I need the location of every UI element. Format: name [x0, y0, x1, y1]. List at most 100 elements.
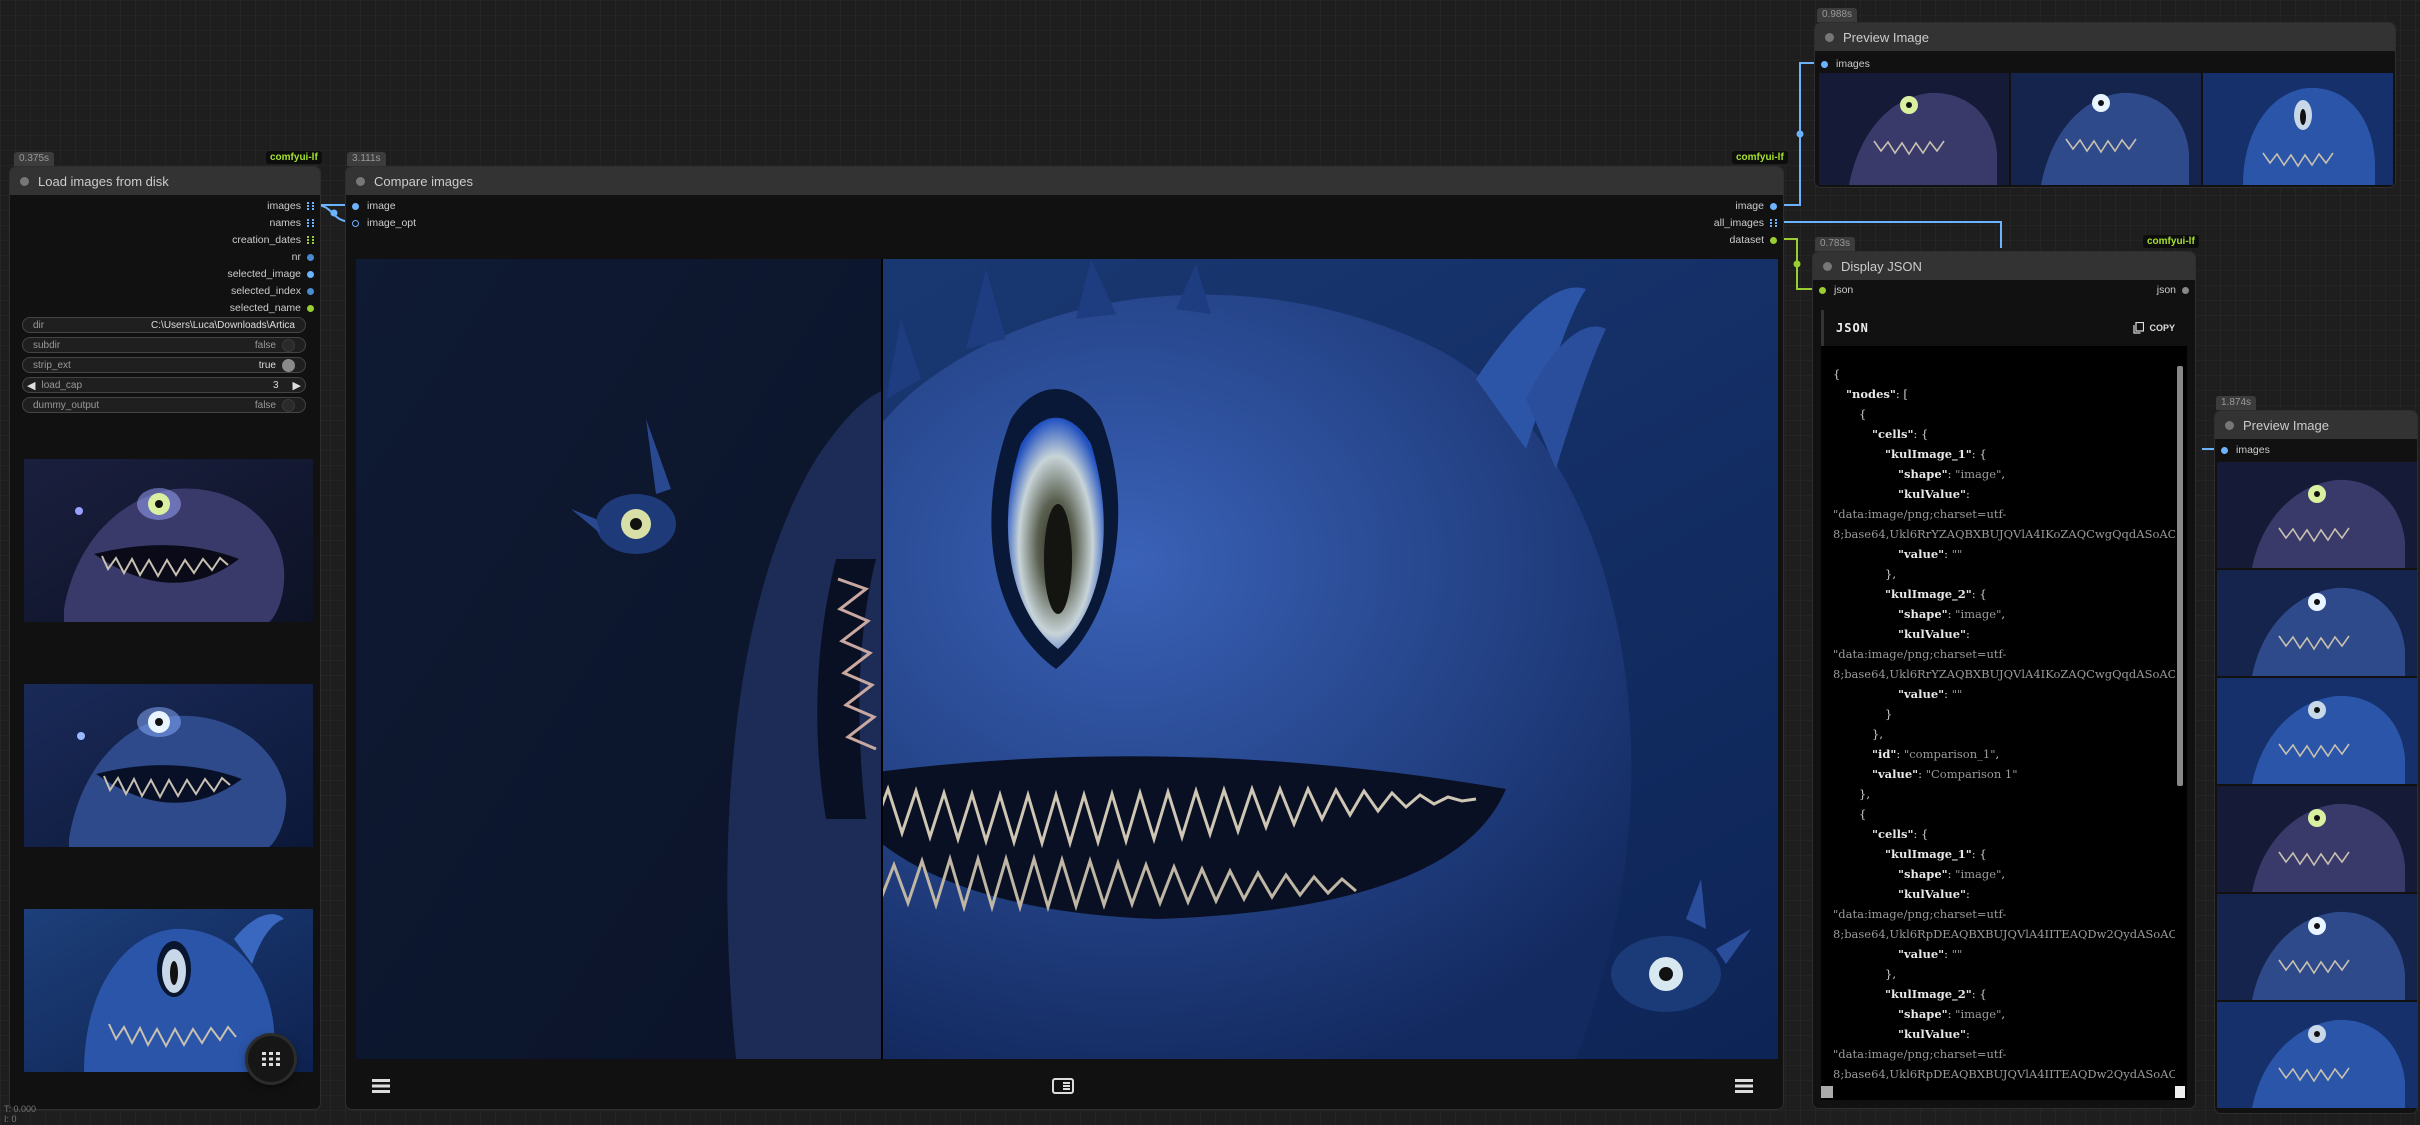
socket-icon[interactable]: [352, 202, 359, 210]
input-images[interactable]: images: [1821, 56, 1870, 72]
loaded-image-thumbnail[interactable]: [24, 684, 313, 847]
json-key: "kulImage_2": [1885, 987, 1972, 1001]
dir-field[interactable]: dir C:\Users\Luca\Downloads\Artica: [22, 317, 306, 333]
output-nr[interactable]: nr: [292, 249, 314, 265]
compare-menu-button-right[interactable]: [1729, 1073, 1759, 1099]
collapse-dot-icon[interactable]: [2225, 420, 2234, 430]
json-punctuation: {: [1859, 407, 1867, 421]
load-node-pack-tag: comfyui-lf: [266, 151, 322, 164]
output-selected-image[interactable]: selected_image: [227, 266, 314, 282]
output-all-images[interactable]: all_images: [1714, 215, 1777, 231]
json-line: "kulImage_2": {: [1833, 984, 2175, 1004]
subdir-toggle[interactable]: subdir false: [22, 337, 306, 353]
preview-image[interactable]: [2217, 570, 2417, 676]
json-value: "data:image/png;charset=utf-: [1833, 907, 2007, 921]
socket-icon[interactable]: [1770, 236, 1777, 244]
list-socket-icon[interactable]: [307, 236, 314, 244]
preview-image-node-top[interactable]: Preview Image images: [1814, 22, 2396, 188]
increment-arrow-icon[interactable]: ▶: [293, 379, 301, 392]
decrement-arrow-icon[interactable]: ◀: [27, 379, 35, 392]
input-image-opt[interactable]: image_opt: [352, 215, 416, 231]
preview-image[interactable]: [2217, 678, 2417, 784]
toggle-off-icon[interactable]: [282, 338, 295, 352]
json-header-label: JSON: [1836, 321, 1869, 335]
socket-icon[interactable]: [1770, 202, 1777, 210]
list-socket-icon[interactable]: [307, 219, 314, 227]
preview-image[interactable]: [2011, 73, 2201, 185]
json-key: "value": [1898, 547, 1945, 561]
output-creation-dates[interactable]: creation_dates: [232, 232, 314, 248]
output-names[interactable]: names: [269, 215, 314, 231]
json-line: "shape": "image",: [1833, 464, 2175, 484]
grid-view-button[interactable]: [248, 1036, 294, 1082]
json-punctuation: ,: [2001, 1007, 2006, 1021]
preview-top-header[interactable]: Preview Image: [1815, 23, 2395, 51]
socket-icon[interactable]: [2221, 446, 2228, 454]
json-punctuation: :: [1918, 767, 1926, 781]
load-cap-stepper[interactable]: ◀ load_cap 3 ▶: [22, 377, 306, 393]
list-socket-icon[interactable]: [1770, 219, 1777, 227]
loaded-image-thumbnail[interactable]: [24, 459, 313, 622]
preview-image[interactable]: [1819, 73, 2009, 185]
strip-ext-toggle[interactable]: strip_ext true: [22, 357, 306, 373]
json-punctuation: {: [1833, 367, 1841, 381]
json-key: "id": [1872, 747, 1897, 761]
socket-icon[interactable]: [1821, 60, 1828, 68]
output-selected-name[interactable]: selected_name: [230, 300, 314, 316]
split-view-button[interactable]: [1048, 1073, 1078, 1099]
resize-handle-right[interactable]: [2175, 1086, 2185, 1098]
collapse-dot-icon[interactable]: [20, 176, 29, 186]
socket-icon[interactable]: [1819, 286, 1826, 294]
socket-icon[interactable]: [2182, 286, 2189, 294]
socket-icon[interactable]: [307, 304, 314, 312]
preview-image[interactable]: [2217, 462, 2417, 568]
json-line: "kulValue":: [1833, 884, 2175, 904]
toggle-off-icon[interactable]: [282, 398, 295, 412]
output-image[interactable]: image: [1735, 198, 1777, 214]
compare-viewer[interactable]: [356, 259, 1778, 1059]
socket-icon[interactable]: [307, 287, 314, 295]
socket-icon[interactable]: [352, 219, 359, 227]
preview-image-node-right[interactable]: Preview Image images: [2214, 410, 2418, 1114]
output-dataset[interactable]: dataset: [1730, 232, 1777, 248]
preview-image[interactable]: [2217, 894, 2417, 1000]
input-image[interactable]: image: [352, 198, 396, 214]
output-images[interactable]: images: [267, 198, 314, 214]
json-scrollbar[interactable]: [2177, 366, 2183, 786]
dummy-output-toggle[interactable]: dummy_output false: [22, 397, 306, 413]
json-punctuation: : {: [1971, 447, 1987, 461]
output-json[interactable]: json: [2157, 282, 2189, 298]
resize-handle-left[interactable]: [1821, 1086, 1833, 1098]
preview-right-header[interactable]: Preview Image: [2215, 411, 2417, 439]
preview-image[interactable]: [2217, 1002, 2417, 1108]
input-images[interactable]: images: [2221, 442, 2270, 458]
json-viewer[interactable]: JSON COPY {"nodes": [{"cells": {"kulImag…: [1821, 310, 2187, 1100]
load-images-node[interactable]: Load images from disk images names creat…: [9, 166, 321, 1110]
json-node-header[interactable]: Display JSON: [1813, 252, 2195, 280]
json-punctuation: },: [1885, 967, 1896, 981]
output-selected-index[interactable]: selected_index: [231, 283, 314, 299]
json-line: 8;base64,Ukl6RpDEAQBXBUJQVlA4IITEAQDw2Qy…: [1833, 924, 2175, 944]
split-view-icon: [1052, 1078, 1074, 1094]
compare-node-header[interactable]: Compare images: [346, 167, 1783, 195]
json-node-pack-tag: comfyui-lf: [2143, 235, 2199, 248]
json-key: "kulImage_1": [1885, 847, 1972, 861]
preview-top-time-badge: 0.988s: [1817, 8, 1858, 22]
compare-images-node[interactable]: Compare images image image_opt image all…: [345, 166, 1784, 1110]
input-json[interactable]: json: [1819, 282, 1853, 298]
list-socket-icon[interactable]: [307, 202, 314, 210]
json-line: "kulImage_2": {: [1833, 584, 2175, 604]
json-punctuation: : {: [1971, 847, 1987, 861]
display-json-node[interactable]: Display JSON json json JSON COPY {"nodes…: [1812, 251, 2196, 1109]
collapse-dot-icon[interactable]: [356, 176, 365, 186]
toggle-on-icon[interactable]: [282, 358, 295, 372]
compare-menu-button[interactable]: [366, 1073, 396, 1099]
collapse-dot-icon[interactable]: [1825, 32, 1834, 42]
load-node-header[interactable]: Load images from disk: [10, 167, 320, 195]
collapse-dot-icon[interactable]: [1823, 261, 1832, 271]
socket-icon[interactable]: [307, 270, 314, 278]
copy-button[interactable]: COPY: [2133, 322, 2175, 334]
preview-image[interactable]: [2217, 786, 2417, 892]
socket-icon[interactable]: [307, 253, 314, 261]
preview-image[interactable]: [2203, 73, 2393, 185]
